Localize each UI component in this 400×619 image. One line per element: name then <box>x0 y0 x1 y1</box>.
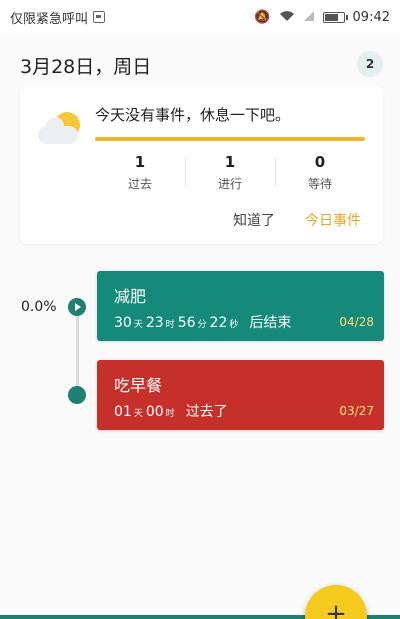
acknowledge-button[interactable]: 知道了 <box>233 210 275 230</box>
clock: 09:42 <box>352 9 390 25</box>
event-countdown: 01 天 00 时过去了 <box>114 401 228 421</box>
event-date: 04/28 <box>339 315 374 329</box>
event-card-lose-weight[interactable]: 减肥 30 天 23 时 56 分 22 秒后结束 04/28 <box>97 271 384 341</box>
signal-icon <box>303 10 315 25</box>
countdown-seconds-unit: 秒 <box>229 320 239 330</box>
battery-icon <box>322 11 348 23</box>
stat-ongoing-value: 1 <box>224 153 236 171</box>
countdown-days-unit: 天 <box>133 320 143 330</box>
countdown-seconds: 22 <box>209 315 228 331</box>
stats-row: 1 过去 1 进行 0 等待 <box>95 153 365 192</box>
countdown-days: 01 <box>114 404 132 420</box>
add-event-button[interactable]: + <box>305 585 367 619</box>
countdown-hours-unit: 时 <box>165 320 175 330</box>
summary-progress-bar <box>95 137 365 141</box>
page-title: 3月28日，周日 <box>20 56 152 78</box>
countdown-minutes: 56 <box>177 315 196 331</box>
countdown-minutes-unit: 分 <box>197 320 207 330</box>
status-bar: 仅限紧急呼叫 🔕 09:42 <box>0 0 400 34</box>
summary-message: 今天没有事件，休息一下吧。 <box>95 106 291 124</box>
stat-past-value: 1 <box>134 153 146 171</box>
stat-past-label: 过去 <box>127 177 152 191</box>
event-date: 03/27 <box>339 404 374 418</box>
event-title: 吃早餐 <box>114 376 163 395</box>
countdown-days: 30 <box>114 315 132 331</box>
stat-ongoing: 1 进行 <box>185 153 275 192</box>
countdown-hours-unit: 时 <box>165 409 175 419</box>
countdown-hours: 00 <box>145 404 164 420</box>
stat-ongoing-label: 进行 <box>217 177 242 191</box>
event-count-badge[interactable]: 2 <box>357 51 383 77</box>
wifi-icon <box>279 10 295 25</box>
countdown-suffix: 过去了 <box>185 404 228 420</box>
timeline-line <box>76 310 79 396</box>
event-countdown: 30 天 23 时 56 分 22 秒后结束 <box>114 312 291 332</box>
stat-past: 1 过去 <box>95 153 185 192</box>
timeline-percent: 0.0% <box>21 299 57 315</box>
stat-waiting: 0 等待 <box>275 153 365 192</box>
stat-waiting-label: 等待 <box>307 177 332 191</box>
summary-card: 今天没有事件，休息一下吧。 1 过去 1 进行 0 等待 知道了 今日事件 <box>20 86 383 244</box>
carrier-info: 仅限紧急呼叫 <box>10 8 106 27</box>
carrier-text: 仅限紧急呼叫 <box>10 11 89 27</box>
event-card-breakfast[interactable]: 吃早餐 01 天 00 时过去了 03/27 <box>97 360 384 430</box>
event-title: 减肥 <box>114 287 147 306</box>
summary-progress-fill <box>95 137 365 141</box>
play-icon[interactable] <box>68 298 86 316</box>
mute-icon: 🔕 <box>254 9 271 25</box>
weather-icon <box>34 110 86 150</box>
countdown-hours: 23 <box>145 315 164 331</box>
countdown-days-unit: 天 <box>133 409 143 419</box>
timeline-node-icon <box>68 386 86 404</box>
today-events-button[interactable]: 今日事件 <box>305 210 361 230</box>
countdown-suffix: 后结束 <box>249 315 292 331</box>
stat-waiting-value: 0 <box>314 153 326 171</box>
sim-icon <box>93 11 106 23</box>
